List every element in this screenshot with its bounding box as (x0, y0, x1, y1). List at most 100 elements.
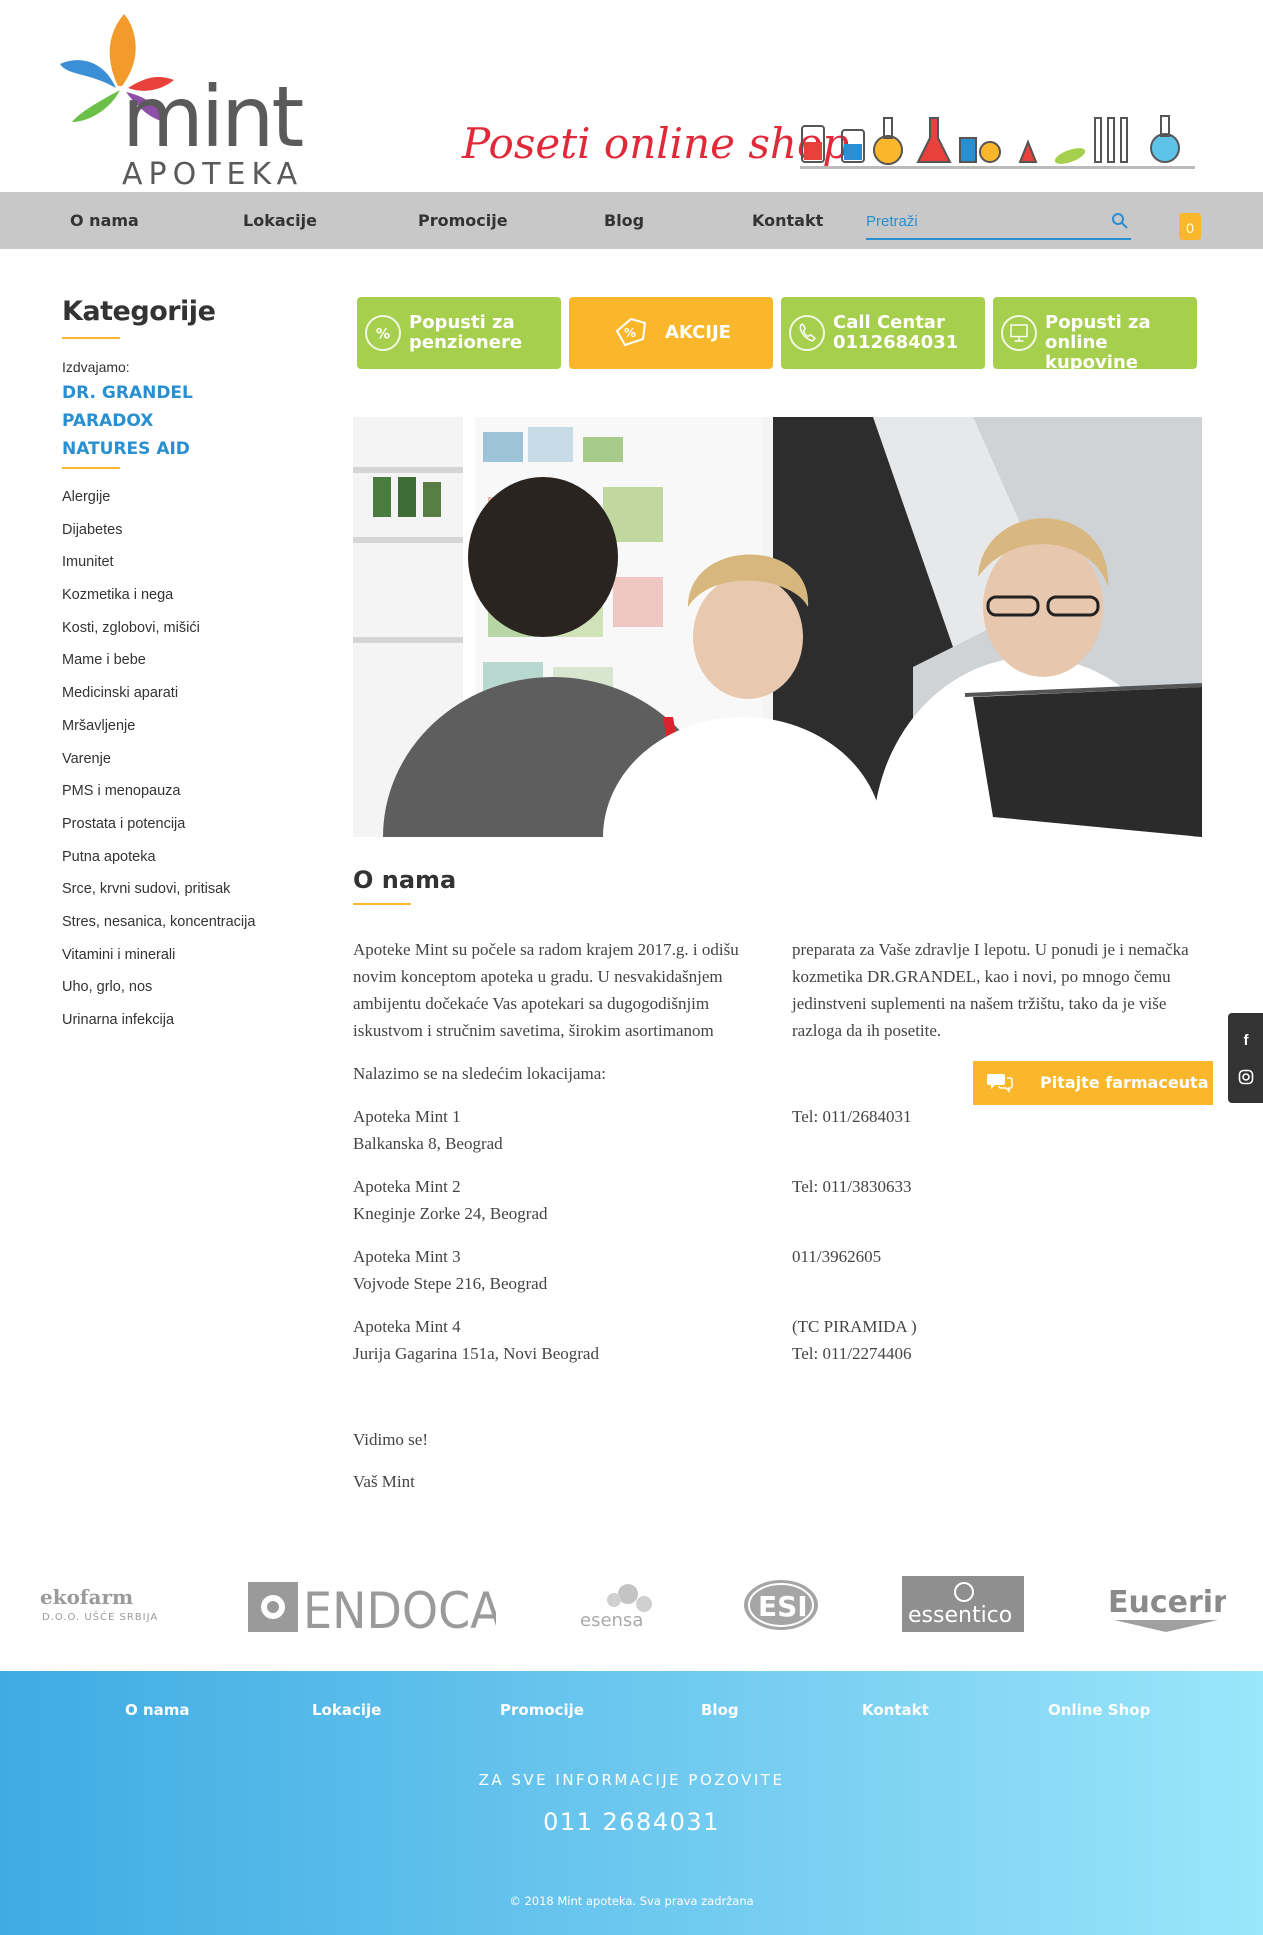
category-item[interactable]: Dijabetes (62, 514, 302, 547)
button-label: online kupovine (1045, 332, 1138, 373)
sidebar-title: Kategorije (62, 296, 216, 327)
footer-copyright: © 2018 Mint apoteka. Sva prava zadržana (509, 1894, 754, 1908)
category-item[interactable]: Vitamini i minerali (62, 939, 302, 972)
footer-nav-o-nama[interactable]: O nama (125, 1701, 190, 1719)
footer-info-label: ZA SVE INFORMACIJE POZOVITE (478, 1771, 785, 1789)
akcije-button[interactable]: % AKCIJE (569, 297, 773, 369)
locations-heading: Nalazimo se na sledećim lokacijama: (353, 1064, 607, 1083)
category-item[interactable]: Kozmetika i nega (62, 579, 302, 612)
category-item[interactable]: Mame i bebe (62, 644, 302, 677)
location-name: Apoteka Mint 4 (353, 1317, 461, 1336)
essentico-logo[interactable]: essentico (902, 1576, 1024, 1632)
facebook-icon[interactable]: f (1238, 1033, 1254, 1049)
pharmacy-photo (353, 417, 1202, 837)
footer-nav-promocije[interactable]: Promocije (500, 1701, 584, 1719)
esi-logo[interactable]: ESI (742, 1578, 820, 1632)
closing-line: Vidimo se! (353, 1430, 428, 1449)
footer-nav-kontakt[interactable]: Kontakt (862, 1701, 929, 1719)
location-address: Kneginje Zorke 24, Beograd (353, 1204, 548, 1223)
location-phone: 011/3962605 (792, 1247, 882, 1266)
page-title: O nama (353, 866, 457, 894)
location-phone: Tel: 011/3830633 (792, 1177, 912, 1196)
svg-text:APOTEKA: APOTEKA (122, 157, 303, 189)
social-bar: f (1228, 1013, 1263, 1103)
svg-text:%: % (624, 326, 636, 340)
svg-text:D.O.O. UŠĆE SRBIJA: D.O.O. UŠĆE SRBIJA (42, 1610, 158, 1623)
location-address: Jurija Gagarina 151a, Novi Beograd (353, 1344, 599, 1363)
chat-icon (987, 1074, 1013, 1093)
signature-line: Vaš Mint (353, 1472, 415, 1491)
category-list: Alergije Dijabetes Imunitet Kozmetika i … (62, 481, 302, 1037)
featured-label: Izdvajamo: (62, 359, 130, 375)
site-header: mint APOTEKA Poseti online shop (0, 0, 1263, 192)
svg-text:Eucerin: Eucerin (1108, 1585, 1226, 1620)
category-item[interactable]: Alergije (62, 481, 302, 514)
ekofarm-logo[interactable]: ekofarm D.O.O. UŠĆE SRBIJA (38, 1586, 168, 1626)
brand-link-paradox[interactable]: PARADOX (62, 411, 302, 431)
category-item[interactable]: Prostata i potencija (62, 808, 302, 841)
intro-left-text: Apoteke Mint su počele sa radom krajem 2… (353, 940, 739, 1040)
category-item[interactable]: Uho, grlo, nos (62, 971, 302, 1004)
nav-promocije[interactable]: Promocije (418, 192, 508, 249)
call-center-button[interactable]: Call Centar 0112684031 (781, 297, 985, 369)
brands-underline (62, 467, 120, 469)
nav-o-nama[interactable]: O nama (70, 192, 139, 249)
mint-logo[interactable]: mint APOTEKA (58, 14, 348, 189)
svg-text:mint: mint (122, 68, 302, 166)
category-item[interactable]: Stres, nesanica, koncentracija (62, 906, 302, 939)
svg-text:ESI: ESI (758, 1590, 808, 1623)
search-input[interactable] (866, 206, 1096, 236)
pensioner-discount-button[interactable]: % Popusti za penzionere (357, 297, 561, 369)
footer-nav-lokacije[interactable]: Lokacije (312, 1701, 381, 1719)
category-item[interactable]: Urinarna infekcija (62, 1004, 302, 1037)
category-item[interactable]: Mršavljenje (62, 710, 302, 743)
cart-button[interactable]: 0 (1179, 213, 1201, 240)
location-phone: Tel: 011/2684031 (792, 1107, 912, 1126)
nav-blog[interactable]: Blog (604, 192, 644, 249)
svg-text:ENDOCARE: ENDOCARE (303, 1582, 496, 1636)
footer-nav-blog[interactable]: Blog (701, 1701, 739, 1719)
title-underline (353, 903, 411, 905)
brand-logos-strip: ekofarm D.O.O. UŠĆE SRBIJA ENDOCARE esen… (0, 1568, 1263, 1638)
online-discount-button[interactable]: Popusti za online kupovine (993, 297, 1197, 373)
svg-text:esensa: esensa (580, 1610, 643, 1631)
instagram-icon[interactable] (1238, 1069, 1254, 1085)
category-item[interactable]: Varenje (62, 743, 302, 776)
nav-kontakt[interactable]: Kontakt (752, 192, 823, 249)
button-label: 0112684031 (833, 332, 959, 353)
location-name: Apoteka Mint 2 (353, 1177, 461, 1196)
category-item[interactable]: Srce, krvni sudovi, pritisak (62, 873, 302, 906)
button-label: Call Centar (833, 312, 945, 333)
site-footer: O nama Lokacije Promocije Blog Kontakt O… (0, 1671, 1263, 1935)
esensa-logo[interactable]: esensa (578, 1580, 668, 1636)
eucerin-logo[interactable]: Eucerin (1106, 1580, 1226, 1636)
svg-text:ekofarm: ekofarm (40, 1586, 133, 1609)
button-label: penzionere (409, 332, 523, 353)
category-item[interactable]: Imunitet (62, 546, 302, 579)
online-shop-banner[interactable]: Poseti online shop (460, 108, 1200, 178)
svg-text:essentico: essentico (908, 1603, 1012, 1628)
footer-nav-online-shop[interactable]: Online Shop (1048, 1701, 1150, 1719)
endocare-logo[interactable]: ENDOCARE (246, 1580, 496, 1636)
nav-lokacije[interactable]: Lokacije (243, 192, 317, 249)
category-item[interactable]: Putna apoteka (62, 841, 302, 874)
footer-phone[interactable]: 011 2684031 (0, 1808, 1263, 1836)
svg-text:%: % (376, 326, 390, 342)
percent-icon: % (365, 315, 401, 351)
intro-right-text: preparata za Vaše zdravlje I lepotu. U p… (792, 940, 1189, 1040)
location-name: Apoteka Mint 3 (353, 1247, 461, 1266)
button-label: Popusti za (409, 312, 515, 333)
location-phone: Tel: 011/2274406 (792, 1344, 912, 1363)
search-box (866, 206, 1131, 240)
brand-link-natures-aid[interactable]: NATURES AID (62, 439, 302, 459)
category-item[interactable]: PMS i menopauza (62, 775, 302, 808)
search-icon[interactable] (1111, 212, 1129, 230)
ask-pharmacist-button[interactable]: Pitajte farmaceuta (973, 1061, 1213, 1105)
category-item[interactable]: Medicinski aparati (62, 677, 302, 710)
location-address: Balkanska 8, Beograd (353, 1134, 503, 1153)
phone-icon (789, 315, 825, 351)
category-item[interactable]: Kosti, zglobovi, mišići (62, 612, 302, 645)
brand-link-dr-grandel[interactable]: DR. GRANDEL (62, 383, 302, 403)
sidebar: Kategorije Izdvajamo: DR. GRANDEL PARADO… (62, 296, 302, 1037)
svg-text:Poseti online shop: Poseti online shop (461, 119, 849, 168)
